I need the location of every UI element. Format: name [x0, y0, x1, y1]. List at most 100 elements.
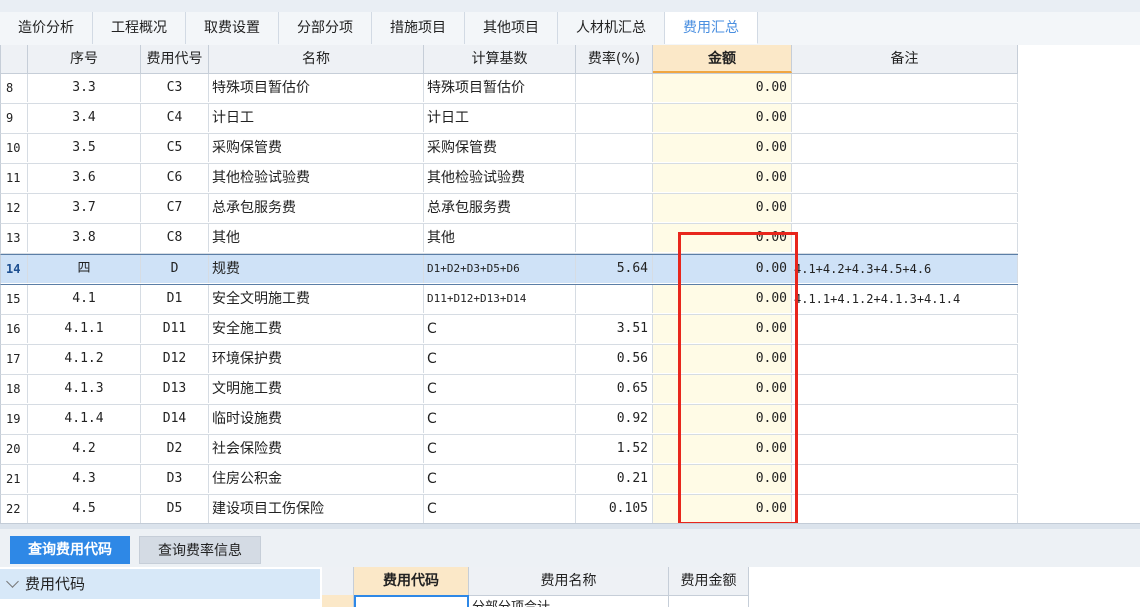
cell-calc-basis[interactable]: C: [424, 435, 576, 463]
cell-seq[interactable]: 3.7: [28, 194, 141, 222]
cell-note[interactable]: [792, 495, 1018, 523]
cell-name[interactable]: 住房公积金: [209, 465, 424, 493]
cell-amount[interactable]: 0.00: [653, 224, 792, 252]
header-rate[interactable]: 费率(%): [576, 45, 653, 73]
tab-6[interactable]: 人材机汇总: [558, 12, 665, 44]
cell-seq[interactable]: 4.2: [28, 435, 141, 463]
cell-calc-basis[interactable]: 总承包服务费: [424, 194, 576, 222]
cell-name[interactable]: 规费: [209, 255, 424, 283]
cell-fee-code[interactable]: C8: [141, 224, 209, 252]
cell-rate[interactable]: [576, 194, 653, 222]
cell-rate[interactable]: 0.21: [576, 465, 653, 493]
table-row[interactable]: 10 3.5 C5 采购保管费 采购保管费 0.00: [0, 134, 1018, 164]
cell-fee-code[interactable]: C4: [141, 104, 209, 132]
tab-7[interactable]: 费用汇总: [665, 12, 758, 44]
table-row[interactable]: 19 4.1.4 D14 临时设施费 C 0.92 0.00: [0, 405, 1018, 435]
cell-calc-basis[interactable]: C: [424, 405, 576, 433]
cell-fee-code[interactable]: C3: [141, 74, 209, 102]
tab-4[interactable]: 措施项目: [372, 12, 465, 44]
cell-note[interactable]: [792, 134, 1018, 162]
cell-note[interactable]: 4.1+4.2+4.3+4.5+4.6: [792, 255, 1018, 283]
code-table-row-code[interactable]: [354, 595, 469, 607]
table-row[interactable]: 11 3.6 C6 其他检验试验费 其他检验试验费 0.00: [0, 164, 1018, 194]
cell-rate[interactable]: 3.51: [576, 315, 653, 343]
cell-calc-basis[interactable]: 采购保管费: [424, 134, 576, 162]
cell-seq[interactable]: 3.3: [28, 74, 141, 102]
header-fee-code[interactable]: 费用代号: [141, 45, 209, 73]
cell-rate[interactable]: 0.105: [576, 495, 653, 523]
cell-rate[interactable]: 5.64: [576, 255, 653, 283]
table-row[interactable]: 20 4.2 D2 社会保险费 C 1.52 0.00: [0, 435, 1018, 465]
table-row[interactable]: 15 4.1 D1 安全文明施工费 D11+D12+D13+D14 0.00 4.1.1+4…: [0, 285, 1018, 315]
cell-fee-code[interactable]: D14: [141, 405, 209, 433]
code-table-header-name[interactable]: 费用名称: [469, 567, 669, 595]
cell-fee-code[interactable]: D3: [141, 465, 209, 493]
tab-0[interactable]: 造价分析: [0, 12, 93, 44]
cell-fee-code[interactable]: C6: [141, 164, 209, 192]
cell-name[interactable]: 安全施工费: [209, 315, 424, 343]
table-row[interactable]: 13 3.8 C8 其他 其他 0.00: [0, 224, 1018, 254]
cell-rate[interactable]: [576, 285, 653, 313]
cell-note[interactable]: [792, 345, 1018, 373]
cell-note[interactable]: [792, 465, 1018, 493]
tab-1[interactable]: 工程概况: [93, 12, 186, 44]
cell-calc-basis[interactable]: D11+D12+D13+D14: [424, 285, 576, 313]
cell-amount[interactable]: 0.00: [653, 164, 792, 192]
cell-rate[interactable]: [576, 74, 653, 102]
cell-rate[interactable]: 1.52: [576, 435, 653, 463]
cell-note[interactable]: [792, 194, 1018, 222]
cell-amount[interactable]: 0.00: [653, 104, 792, 132]
cell-calc-basis[interactable]: C: [424, 315, 576, 343]
cell-rate[interactable]: 0.65: [576, 375, 653, 403]
cell-amount[interactable]: 0.00: [653, 405, 792, 433]
cell-amount[interactable]: 0.00: [653, 194, 792, 222]
tab-query-rate-info[interactable]: 查询费率信息: [139, 536, 261, 564]
cell-seq[interactable]: 4.1.4: [28, 405, 141, 433]
cell-calc-basis[interactable]: C: [424, 345, 576, 373]
cell-amount[interactable]: 0.00: [653, 255, 792, 283]
cell-note[interactable]: [792, 164, 1018, 192]
cell-seq[interactable]: 4.1.2: [28, 345, 141, 373]
table-row[interactable]: 17 4.1.2 D12 环境保护费 C 0.56 0.00: [0, 345, 1018, 375]
cell-amount[interactable]: 0.00: [653, 74, 792, 102]
cell-name[interactable]: 社会保险费: [209, 435, 424, 463]
header-seq[interactable]: 序号: [28, 45, 141, 73]
cell-fee-code[interactable]: C7: [141, 194, 209, 222]
cell-name[interactable]: 其他检验试验费: [209, 164, 424, 192]
cell-rate[interactable]: [576, 104, 653, 132]
cell-note[interactable]: 4.1.1+4.1.2+4.1.3+4.1.4: [792, 285, 1018, 313]
cell-seq[interactable]: 3.4: [28, 104, 141, 132]
cell-note[interactable]: [792, 224, 1018, 252]
table-row[interactable]: 14 四 D 规费 D1+D2+D3+D5+D6 5.64 0.00 4.1+4.2+4.3+…: [0, 254, 1018, 285]
table-row[interactable]: 22 4.5 D5 建设项目工伤保险 C 0.105 0.00: [0, 495, 1018, 523]
cell-amount[interactable]: 0.00: [653, 435, 792, 463]
cell-amount[interactable]: 0.00: [653, 495, 792, 523]
cell-name[interactable]: 安全文明施工费: [209, 285, 424, 313]
table-row[interactable]: 8 3.3 C3 特殊项目暂估价 特殊项目暂估价 0.00: [0, 74, 1018, 104]
cell-amount[interactable]: 0.00: [653, 465, 792, 493]
cell-fee-code[interactable]: D1: [141, 285, 209, 313]
tab-query-fee-code[interactable]: 查询费用代码: [10, 536, 130, 564]
cell-fee-code[interactable]: D: [141, 255, 209, 283]
cell-note[interactable]: [792, 104, 1018, 132]
table-row[interactable]: 9 3.4 C4 计日工 计日工 0.00: [0, 104, 1018, 134]
cell-note[interactable]: [792, 375, 1018, 403]
code-table-row[interactable]: 分部分项合计: [322, 595, 749, 607]
tree-root-fee-code[interactable]: 费用代码: [0, 569, 320, 599]
cell-name[interactable]: 总承包服务费: [209, 194, 424, 222]
cell-seq[interactable]: 4.1: [28, 285, 141, 313]
header-note[interactable]: 备注: [792, 45, 1018, 73]
header-name[interactable]: 名称: [209, 45, 424, 73]
cell-calc-basis[interactable]: D1+D2+D3+D5+D6: [424, 255, 576, 283]
cell-seq[interactable]: 3.8: [28, 224, 141, 252]
cell-note[interactable]: [792, 315, 1018, 343]
table-row[interactable]: 21 4.3 D3 住房公积金 C 0.21 0.00: [0, 465, 1018, 495]
cell-note[interactable]: [792, 405, 1018, 433]
cell-name[interactable]: 采购保管费: [209, 134, 424, 162]
cell-calc-basis[interactable]: 其他: [424, 224, 576, 252]
cell-name[interactable]: 文明施工费: [209, 375, 424, 403]
cell-seq[interactable]: 3.6: [28, 164, 141, 192]
cell-amount[interactable]: 0.00: [653, 375, 792, 403]
table-row[interactable]: 18 4.1.3 D13 文明施工费 C 0.65 0.00: [0, 375, 1018, 405]
cell-amount[interactable]: 0.00: [653, 285, 792, 313]
